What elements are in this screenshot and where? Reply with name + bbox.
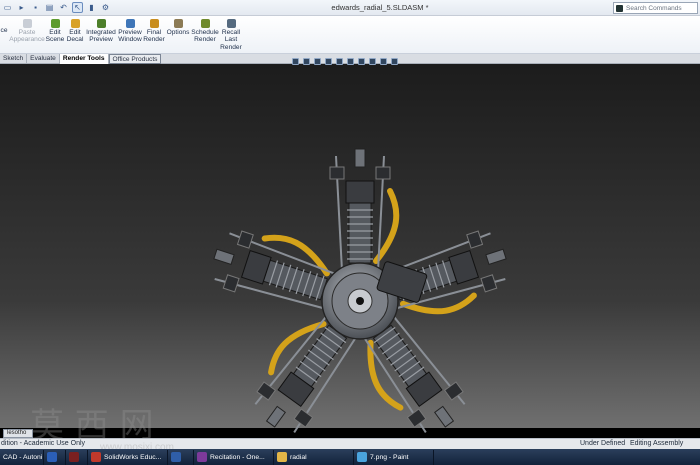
definition-status: Under Defined: [580, 440, 626, 447]
rocker-box: [480, 274, 498, 293]
edition-status: dition - Academic Use Only: [1, 440, 86, 447]
schedule-icon: [200, 19, 210, 28]
edit-scene-button[interactable]: Edit Scene: [45, 19, 65, 44]
preview-window-icon: [125, 19, 135, 28]
cylinder-barrel: [348, 202, 372, 264]
hide-show-items-icon[interactable]: [358, 58, 365, 65]
final-render-icon: [149, 19, 159, 28]
recall-last-render-button[interactable]: Recall Last Render: [220, 19, 242, 51]
options-icon[interactable]: ⚙: [100, 2, 111, 13]
rocker-box: [236, 230, 254, 249]
radial-engine-model[interactable]: [195, 146, 525, 456]
folder-icon: [277, 452, 287, 462]
rocker-box: [329, 166, 345, 180]
paste-appearance-button[interactable]: Paste Appearance: [9, 19, 45, 44]
rocker-box: [406, 408, 427, 428]
graphics-viewport[interactable]: 莫 西 网: [0, 58, 700, 446]
view-orientation-icon[interactable]: [336, 58, 343, 65]
rocker-box: [375, 166, 391, 180]
scene-icon: [50, 19, 60, 28]
rocker-box: [466, 230, 484, 249]
spark-plug: [265, 405, 286, 428]
new-icon[interactable]: ▭: [2, 2, 13, 13]
taskbar-item-solidworks[interactable]: SolidWorks Educ...: [88, 449, 168, 465]
title-bar: ▭ ▸ ▪ ▤ ↶ ↖ ▮ ⚙ edwards_radial_5.SLDASM …: [0, 0, 700, 16]
spark-plug: [485, 248, 507, 265]
recall-icon: [226, 19, 236, 28]
tab-evaluate[interactable]: Evaluate: [27, 54, 60, 64]
solidworks-icon: [91, 452, 101, 462]
edit-decal-button[interactable]: Edit Decal: [66, 19, 84, 44]
taskbar-item-folder-radial[interactable]: radial: [274, 449, 354, 465]
search-commands-input[interactable]: Search Commands: [613, 2, 698, 14]
word-icon: [47, 452, 57, 462]
options-icon: [173, 19, 183, 28]
shaft-bore: [356, 297, 364, 305]
cylinder-head: [345, 180, 375, 204]
search-icon: [616, 4, 623, 12]
save-icon[interactable]: ▪: [30, 2, 41, 13]
rocker-box: [222, 274, 240, 293]
integrated-preview-button[interactable]: Integrated Preview: [86, 19, 116, 44]
command-manager-ribbon: ce Paste Appearance Edit Scene Edit Deca…: [0, 16, 700, 54]
rebuild-icon[interactable]: ▮: [86, 2, 97, 13]
tab-office-products[interactable]: Office Products: [108, 54, 162, 64]
schedule-render-button[interactable]: Schedule Render: [191, 19, 219, 44]
decal-icon: [70, 19, 80, 28]
integrated-preview-icon: [96, 19, 106, 28]
undo-icon[interactable]: ↶: [58, 2, 69, 13]
edit-appearance-icon[interactable]: [369, 58, 376, 65]
spark-plug: [354, 148, 366, 168]
quick-access-toolbar: ▭ ▸ ▪ ▤ ↶ ↖ ▮ ⚙: [2, 2, 111, 13]
zoom-to-fit-icon[interactable]: [292, 58, 299, 65]
zoom-area-icon[interactable]: [303, 58, 310, 65]
app-icon: [69, 452, 79, 462]
windows-taskbar: CAD - Autoni SolidWorks Educ... Recitati…: [0, 449, 700, 465]
section-view-icon[interactable]: [325, 58, 332, 65]
cylinder-barrel: [372, 324, 428, 388]
editing-status: Editing Assembly: [630, 440, 684, 447]
model-tab[interactable]: lesotho: [3, 429, 33, 438]
document-title: edwards_radial_5.SLDASM *: [331, 3, 429, 12]
display-style-icon[interactable]: [347, 58, 354, 65]
rocker-box: [293, 408, 314, 428]
search-placeholder: Search Commands: [626, 4, 682, 12]
taskbar-item-app[interactable]: [66, 449, 88, 465]
onenote-icon: [197, 452, 207, 462]
taskbar-item-autocad[interactable]: CAD - Autoni: [0, 449, 44, 465]
paste-appearance-icon: [22, 19, 32, 28]
previous-view-icon[interactable]: [314, 58, 321, 65]
cylinder-1: [329, 148, 400, 272]
spark-plug: [434, 405, 455, 428]
open-icon[interactable]: ▸: [16, 2, 27, 13]
view-settings-icon[interactable]: [391, 58, 398, 65]
options-button[interactable]: Options: [167, 19, 189, 36]
heads-up-view-toolbar: [292, 58, 398, 65]
taskbar-item-sw-launcher[interactable]: [168, 449, 194, 465]
taskbar-item-onenote[interactable]: Recitation - One...: [194, 449, 274, 465]
taskbar-item-paint[interactable]: 7.png - Paint: [354, 449, 434, 465]
final-render-button[interactable]: Final Render: [143, 19, 165, 44]
spark-plug: [213, 248, 235, 265]
tab-render-tools[interactable]: Render Tools: [59, 54, 109, 64]
launcher-icon: [171, 452, 181, 462]
preview-window-button[interactable]: Preview Window: [118, 19, 142, 44]
taskbar-item-word[interactable]: [44, 449, 66, 465]
select-icon[interactable]: ↖: [72, 2, 83, 13]
paint-icon: [357, 452, 367, 462]
tab-sketch[interactable]: Sketch: [0, 54, 28, 64]
print-icon[interactable]: ▤: [44, 2, 55, 13]
apply-scene-icon[interactable]: [380, 58, 387, 65]
clipped-button[interactable]: ce: [0, 27, 8, 34]
